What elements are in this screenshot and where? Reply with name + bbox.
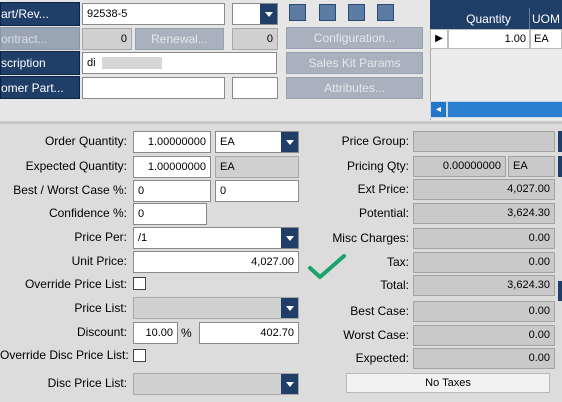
attributes-button[interactable]: Attributes... — [286, 77, 423, 99]
expected-quantity-input[interactable]: 1.00000000 — [133, 156, 211, 178]
renewal-field: 0 — [232, 28, 278, 50]
potential-label: Potential: — [358, 206, 409, 220]
price-list-select[interactable] — [133, 297, 299, 319]
order-uom-select[interactable]: EA — [215, 131, 299, 153]
ext-price-label: Ext Price: — [357, 182, 409, 196]
unit-price-label: Unit Price: — [71, 254, 127, 268]
price-per-label: Price Per: — [74, 230, 127, 244]
disc-price-list-label: Disc Price List: — [47, 376, 127, 390]
customer-rev-input[interactable] — [232, 77, 278, 99]
discount-label: Discount: — [76, 325, 127, 339]
total-field: 3,624.30 — [413, 275, 555, 296]
price-list-label: Price List: — [74, 301, 127, 315]
grid-top-bar — [430, 0, 562, 8]
override-disc-label: Override Disc Price List: — [0, 348, 129, 362]
unit-price-input[interactable]: 4,027.00 — [133, 251, 299, 273]
no-taxes-button[interactable]: No Taxes — [346, 373, 550, 393]
worst-case-field: 0.00 — [413, 325, 555, 346]
total-label: Total: — [380, 278, 409, 292]
discount-pct-input[interactable]: 10.00 — [133, 322, 178, 344]
price-per-value: /1 — [138, 232, 148, 244]
column-header-quantity[interactable]: Quantity — [448, 8, 530, 29]
grid-cell-quantity[interactable]: 1.00 — [448, 29, 530, 49]
grid-corner — [430, 8, 448, 29]
misc-charges-label: Misc Charges: — [332, 231, 409, 245]
chevron-down-icon[interactable] — [281, 132, 298, 152]
tax-field: 0.00 — [413, 252, 555, 273]
renewal-button[interactable]: Renewal... — [135, 28, 224, 50]
window-icon[interactable] — [377, 4, 394, 21]
part-input[interactable]: 92538-5 — [82, 3, 225, 25]
expected-label: Expected: — [355, 351, 409, 365]
grid-cell-uom[interactable]: EA — [530, 29, 562, 49]
total-button-edge[interactable] — [558, 281, 562, 301]
arrow-down-icon[interactable] — [348, 4, 365, 21]
price-group-label: Price Group: — [341, 134, 409, 148]
toolbar-icon[interactable] — [289, 4, 306, 21]
arrow-up-icon[interactable] — [319, 4, 336, 21]
chevron-down-icon[interactable] — [281, 228, 298, 248]
best-case-pct-input[interactable]: 0 — [133, 180, 211, 202]
best-case-label: Best Case: — [350, 304, 409, 318]
scroll-left-button[interactable]: ◂ — [431, 102, 446, 117]
override-price-list-label: Override Price List: — [24, 277, 127, 291]
pricing-qty-uom: EA — [508, 156, 555, 177]
blurred-text — [101, 57, 162, 70]
part-rev-button[interactable]: art/Rev... — [0, 2, 80, 26]
contract-button[interactable]: ontract... — [0, 27, 80, 50]
scroll-thumb[interactable] — [448, 102, 562, 117]
best-case-field: 0.00 — [413, 301, 555, 322]
revision-select[interactable] — [232, 3, 278, 25]
customer-part-input[interactable] — [82, 77, 225, 99]
misc-charges-field: 0.00 — [413, 228, 555, 249]
description-input[interactable]: di — [82, 52, 277, 74]
potential-field: 3,624.30 — [413, 203, 555, 224]
worst-case-pct-input[interactable]: 0 — [215, 180, 299, 202]
expected-uom-field: EA — [215, 156, 299, 178]
chevron-down-icon[interactable] — [281, 298, 298, 318]
disc-price-list-select[interactable] — [133, 373, 299, 395]
best-worst-label: Best / Worst Case %: — [13, 183, 127, 197]
pricing-qty-field: 0.00000000 — [413, 156, 506, 177]
discount-amount-input[interactable]: 402.70 — [199, 322, 299, 344]
section-divider — [0, 121, 562, 124]
row-marker[interactable]: ▶ — [430, 29, 448, 49]
override-price-list-checkbox[interactable] — [133, 277, 146, 290]
order-quantity-input[interactable]: 1.00000000 — [133, 131, 211, 153]
description-button[interactable]: scription — [0, 51, 80, 75]
pricing-qty-label: Pricing Qty: — [346, 159, 409, 173]
confidence-input[interactable]: 0 — [133, 203, 207, 225]
ext-price-field: 4,027.00 — [413, 179, 555, 200]
column-header-uom[interactable]: UOM — [530, 8, 562, 29]
description-text: di — [87, 57, 96, 69]
chevron-down-icon[interactable] — [281, 374, 298, 394]
sales-kit-params-button[interactable]: Sales Kit Params — [286, 52, 423, 74]
price-group-button-edge[interactable] — [558, 131, 562, 152]
price-group-field — [413, 131, 555, 152]
override-disc-checkbox[interactable] — [133, 349, 146, 362]
configuration-button[interactable]: Configuration... — [286, 27, 423, 49]
expected-field: 0.00 — [413, 348, 555, 369]
contract-field: 0 — [82, 28, 132, 50]
percent-symbol: % — [181, 326, 192, 340]
price-per-select[interactable]: /1 — [133, 227, 299, 249]
order-uom-value: EA — [220, 136, 235, 148]
confidence-label: Confidence %: — [48, 206, 127, 220]
pricing-uom-button-edge[interactable] — [558, 156, 562, 177]
order-quantity-label: Order Quantity: — [44, 134, 127, 148]
customer-part-button[interactable]: omer Part... — [0, 76, 80, 99]
worst-case-label: Worst Case: — [343, 328, 409, 342]
tax-label: Tax: — [386, 255, 409, 269]
expected-quantity-label: Expected Quantity: — [25, 159, 127, 173]
